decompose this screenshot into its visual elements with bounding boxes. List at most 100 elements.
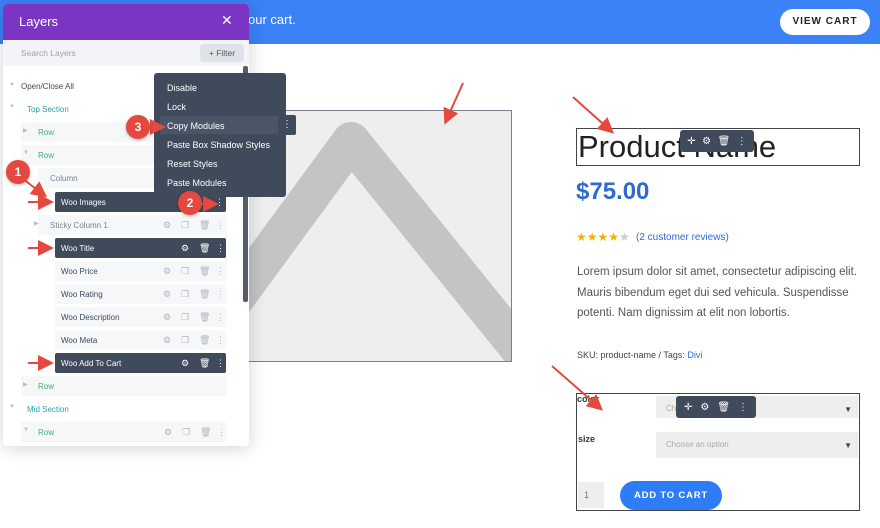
arrow-title: [572, 96, 614, 134]
menu-item-reset-styles[interactable]: Reset Styles: [167, 159, 218, 169]
gear-icon[interactable]: ⚙: [702, 136, 711, 147]
layer-mid-section[interactable]: ▼ Mid Section: [3, 399, 239, 419]
gear-icon[interactable]: ⚙: [163, 335, 171, 346]
more-icon[interactable]: ⋮: [216, 289, 225, 300]
trash-icon[interactable]: 🗑: [199, 289, 210, 300]
star-rating: ★★★★★: [576, 230, 630, 244]
layer-woo-add-to-cart[interactable]: Woo Add To Cart ⚙ 🗑 ⋮: [55, 353, 226, 373]
notice-text: our cart.: [248, 12, 296, 27]
more-icon[interactable]: ⋮: [216, 358, 225, 369]
gear-icon[interactable]: ⚙: [163, 266, 171, 277]
trash-icon[interactable]: 🗑: [199, 312, 210, 323]
triangle-icon: ▼: [23, 427, 29, 433]
move-icon[interactable]: ✛: [687, 136, 695, 147]
more-icon[interactable]: ⋮: [216, 335, 225, 346]
layer-woo-title[interactable]: Woo Title ⚙ 🗑 ⋮: [55, 238, 226, 258]
gear-icon[interactable]: ⚙: [164, 427, 172, 438]
star-icon: ★: [608, 230, 620, 244]
triangle-icon: ▶: [34, 221, 39, 227]
layer-row[interactable]: ▼ Row ⚙ ❐ 🗑 ⋮: [21, 422, 226, 442]
add-to-cart-button[interactable]: ADD TO CART: [620, 481, 722, 510]
callout-badge-1: 1: [6, 160, 30, 184]
size-select[interactable]: Choose an option ▼: [656, 432, 858, 458]
view-cart-button[interactable]: VIEW CART: [780, 9, 870, 35]
reviews-link[interactable]: (2 customer reviews): [636, 232, 729, 243]
more-icon[interactable]: ⋮: [216, 220, 225, 231]
filter-button[interactable]: + Filter: [200, 44, 244, 62]
more-icon[interactable]: ⋮: [215, 197, 224, 208]
gear-icon[interactable]: ⚙: [700, 402, 709, 413]
size-label: size: [578, 434, 596, 444]
layers-panel: Layers ✕ Search Layers + Filter ▲ Open/C…: [3, 4, 249, 446]
chevron-down-icon: ▼: [844, 405, 852, 414]
trash-icon[interactable]: 🗑: [199, 335, 210, 346]
title-module-toolbar: ✛ ⚙ 🗑 ⋮: [680, 130, 754, 152]
gear-icon[interactable]: ⚙: [163, 220, 171, 231]
triangle-icon: ▶: [23, 382, 28, 388]
star-icon: ★: [576, 230, 587, 244]
menu-item-disable[interactable]: Disable: [167, 83, 197, 93]
size-select-placeholder: Choose an option: [666, 440, 729, 449]
more-icon[interactable]: ⋮: [737, 136, 747, 147]
more-icon[interactable]: ⋮: [738, 402, 748, 413]
trash-icon[interactable]: 🗑: [718, 136, 731, 147]
star-icon: ★: [597, 230, 609, 244]
trash-icon[interactable]: 🗑: [199, 243, 210, 254]
gear-icon[interactable]: ⚙: [163, 289, 171, 300]
search-input[interactable]: Search Layers: [21, 48, 76, 58]
duplicate-icon[interactable]: ❐: [182, 427, 190, 438]
trash-icon[interactable]: 🗑: [199, 358, 210, 369]
more-icon[interactable]: ⋮: [278, 115, 296, 135]
context-menu: Disable Lock Copy Modules Paste Box Shad…: [154, 73, 286, 197]
gear-icon[interactable]: ⚙: [181, 243, 189, 254]
trash-icon[interactable]: 🗑: [199, 220, 210, 231]
trash-icon[interactable]: 🗑: [200, 427, 211, 438]
callout-badge-2: 2: [178, 191, 202, 215]
layer-woo-price[interactable]: Woo Price ⚙ ❐ 🗑 ⋮: [55, 261, 226, 281]
gear-icon[interactable]: ⚙: [181, 358, 189, 369]
color-label: color: [577, 394, 600, 404]
gear-icon[interactable]: ⚙: [163, 312, 171, 323]
layer-row[interactable]: ▶ Row: [21, 376, 226, 396]
more-icon[interactable]: ⋮: [216, 266, 225, 277]
more-icon[interactable]: ⋮: [216, 312, 225, 323]
star-icon: ★: [619, 230, 630, 244]
layers-title: Layers: [19, 14, 59, 29]
more-icon[interactable]: ⋮: [217, 427, 226, 438]
triangle-icon: ▼: [23, 150, 29, 156]
close-icon[interactable]: ✕: [221, 12, 233, 29]
duplicate-icon[interactable]: ❐: [181, 289, 189, 300]
duplicate-icon[interactable]: ❐: [181, 220, 189, 231]
page: our cart. VIEW CART Product Name ✛ ⚙ 🗑 ⋮…: [0, 0, 880, 528]
layer-sticky-column[interactable]: ▶ Sticky Column 1 ⚙ ❐ 🗑 ⋮: [34, 215, 226, 235]
meta-sku: SKU: product-name / Tags:: [577, 350, 688, 360]
trash-icon[interactable]: 🗑: [199, 266, 210, 277]
star-icon: ★: [586, 230, 598, 244]
layer-woo-meta[interactable]: Woo Meta ⚙ ❐ 🗑 ⋮: [55, 330, 226, 350]
layers-search-bar: Search Layers + Filter: [3, 40, 249, 66]
tag-link[interactable]: Divi: [687, 350, 702, 360]
layer-woo-rating[interactable]: Woo Rating ⚙ ❐ 🗑 ⋮: [55, 284, 226, 304]
callout-badge-3: 3: [126, 115, 150, 139]
triangle-icon: ▶: [23, 128, 28, 134]
chevron-down-icon: ▼: [844, 441, 852, 450]
menu-item-paste-box-shadow[interactable]: Paste Box Shadow Styles: [167, 140, 270, 150]
duplicate-icon[interactable]: ❐: [181, 335, 189, 346]
quantity-input[interactable]: 1: [578, 482, 604, 508]
move-icon[interactable]: ✛: [684, 402, 692, 413]
triangle-icon: ▼: [9, 404, 15, 410]
duplicate-icon[interactable]: ❐: [181, 266, 189, 277]
more-icon[interactable]: ⋮: [216, 243, 225, 254]
product-description: Lorem ipsum dolor sit amet, consectetur …: [577, 266, 857, 319]
cart-module-toolbar: ✛ ⚙ 🗑 ⋮: [676, 396, 756, 418]
menu-item-lock[interactable]: Lock: [167, 102, 186, 112]
trash-icon[interactable]: 🗑: [717, 402, 730, 413]
menu-item-paste-modules[interactable]: Paste Modules: [167, 178, 227, 188]
triangle-icon: ▼: [9, 104, 15, 110]
menu-item-copy-modules[interactable]: Copy Modules: [167, 121, 225, 131]
layer-woo-description[interactable]: Woo Description ⚙ ❐ 🗑 ⋮: [55, 307, 226, 327]
product-meta: SKU: product-name / Tags: Divi: [577, 350, 702, 360]
layers-header: Layers ✕: [3, 4, 249, 40]
duplicate-icon[interactable]: ❐: [181, 312, 189, 323]
product-price: $75.00: [576, 178, 650, 205]
